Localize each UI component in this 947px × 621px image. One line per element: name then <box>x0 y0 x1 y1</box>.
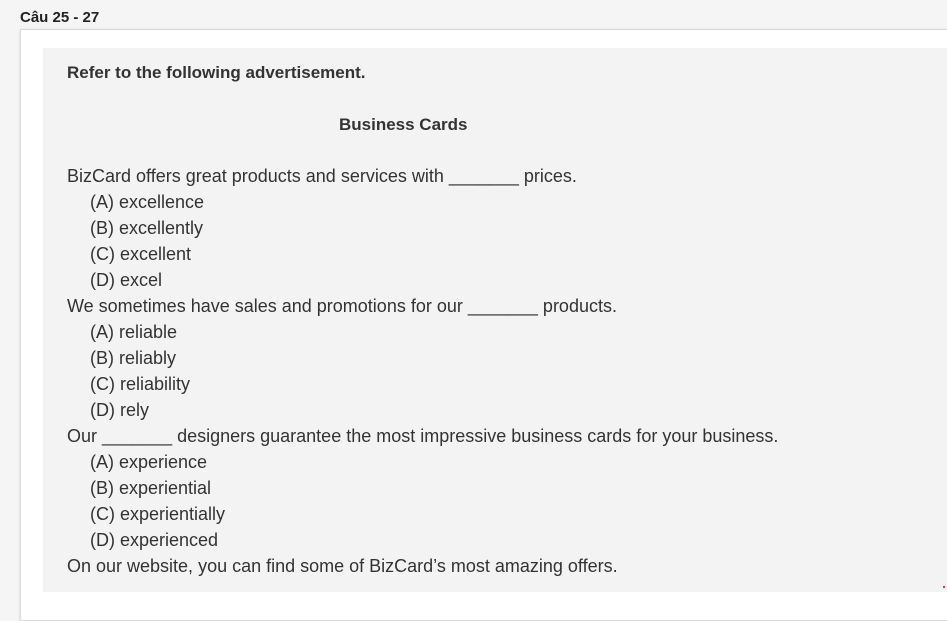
passage-text: BizCard offers great products and servic… <box>67 163 927 579</box>
passage-intro: Refer to the following advertisement. <box>67 63 366 82</box>
answer-option: (D) rely <box>90 400 149 420</box>
red-dot-marker <box>943 586 945 588</box>
answer-option: (C) experientially <box>90 504 226 524</box>
answer-option: (C) excellent <box>90 244 192 264</box>
sentence-line: We sometimes have sales and promotions f… <box>67 296 617 316</box>
sentence-line: BizCard offers great products and servic… <box>67 166 577 186</box>
answer-option: (D) excel <box>90 270 163 290</box>
answer-option: (B) experiential <box>90 478 212 498</box>
answer-option: (C) reliability <box>90 374 191 394</box>
answer-option: (A) excellence <box>90 192 205 212</box>
answer-option: (B) reliably <box>90 348 177 368</box>
question-range-label: Câu 25 - 27 <box>20 9 100 26</box>
answer-option: (A) experience <box>90 452 208 472</box>
answer-option: (D) experienced <box>90 530 219 550</box>
sentence-line: On our website, you can find some of Biz… <box>67 556 618 576</box>
advertisement-title: Business Cards <box>339 115 468 134</box>
answer-option: (A) reliable <box>90 322 178 342</box>
sentence-line: Our _______ designers guarantee the most… <box>67 426 779 446</box>
answer-option: (B) excellently <box>90 218 204 238</box>
